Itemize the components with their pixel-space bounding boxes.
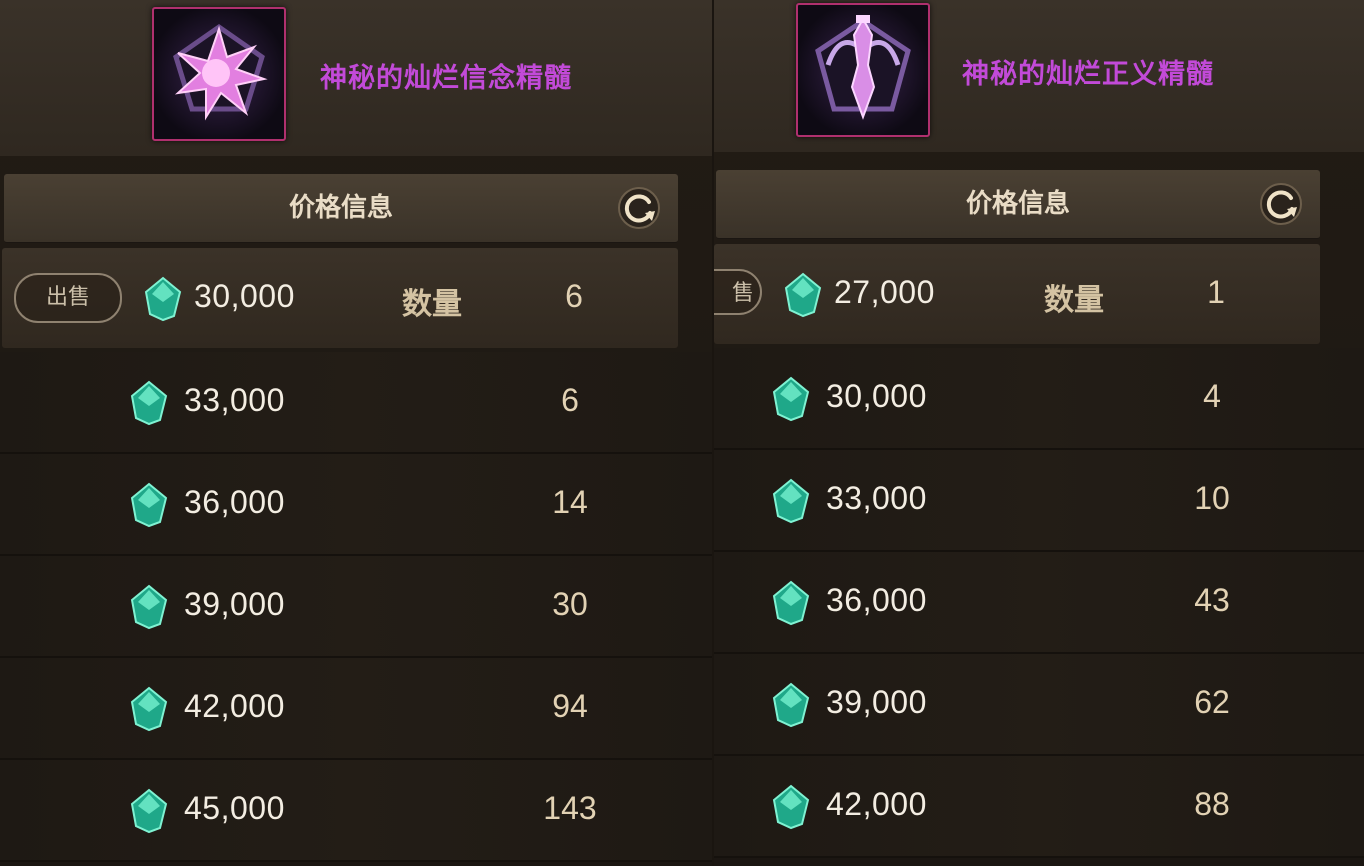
market-panel-right: 神秘的灿烂正义精髓 价格信息 售 27,000 数量 1 30,000 4 33… — [714, 0, 1364, 866]
listing-row[interactable]: 36,000 14 — [0, 454, 712, 556]
gem-icon — [772, 478, 810, 524]
listing-row[interactable]: 33,000 10 — [714, 450, 1364, 552]
quantity-value: 4 — [1203, 378, 1221, 414]
listing-row[interactable]: 39,000 30 — [0, 556, 712, 658]
quantity-label: 数量 — [1044, 283, 1104, 318]
gem-icon — [772, 682, 810, 728]
sell-button[interactable]: 出售 — [14, 273, 122, 323]
quantity-value: 30 — [552, 586, 588, 622]
market-panel-left: 神秘的灿烂信念精髓 价格信息 出售 30,000 数量 6 33,000 6 3… — [0, 0, 712, 866]
price-info-title: 价格信息 — [965, 189, 1070, 219]
price-value: 39,000 — [826, 684, 927, 720]
price-value: 27,000 — [834, 274, 935, 310]
listing-row[interactable]: 36,000 43 — [714, 552, 1364, 654]
quantity-value: 88 — [1194, 786, 1230, 822]
gem-icon — [130, 686, 168, 732]
sword-essence-icon — [796, 3, 930, 137]
price-value: 45,000 — [184, 790, 285, 826]
gem-icon — [772, 376, 810, 422]
listing-row[interactable]: 42,000 94 — [0, 658, 712, 760]
quantity-value: 1 — [1207, 274, 1225, 310]
quantity-value: 14 — [552, 484, 588, 520]
price-value: 42,000 — [826, 786, 927, 822]
gem-icon — [130, 584, 168, 630]
quantity-value: 43 — [1194, 582, 1230, 618]
gem-icon — [784, 272, 822, 318]
listing-row[interactable]: 45,000 143 — [0, 760, 712, 862]
price-value: 33,000 — [826, 480, 927, 516]
quantity-value: 10 — [1194, 480, 1230, 516]
refresh-icon[interactable] — [1258, 181, 1304, 227]
price-value: 33,000 — [184, 382, 285, 418]
price-info-title: 价格信息 — [288, 193, 393, 223]
gem-icon — [130, 788, 168, 834]
gem-icon — [772, 784, 810, 830]
listing-row[interactable]: 30,000 4 — [714, 348, 1364, 450]
listing-row[interactable]: 33,000 6 — [0, 352, 712, 454]
quantity-value: 6 — [565, 278, 583, 314]
listing-row[interactable]: 39,000 62 — [714, 654, 1364, 756]
price-value: 39,000 — [184, 586, 285, 622]
price-info-bar: 价格信息 — [4, 174, 678, 243]
gem-icon — [130, 380, 168, 426]
sell-button[interactable]: 售 — [714, 269, 762, 315]
item-name: 神秘的灿烂信念精髓 — [320, 63, 572, 94]
item-header: 神秘的灿烂信念精髓 — [0, 0, 712, 156]
quantity-value: 62 — [1194, 684, 1230, 720]
star-essence-icon — [152, 7, 286, 141]
item-header: 神秘的灿烂正义精髓 — [714, 0, 1364, 152]
price-info-bar: 价格信息 — [716, 170, 1320, 239]
price-value: 36,000 — [184, 484, 285, 520]
price-value: 42,000 — [184, 688, 285, 724]
listing-row[interactable]: 42,000 88 — [714, 756, 1364, 858]
item-name: 神秘的灿烂正义精髓 — [962, 59, 1214, 90]
gem-icon — [144, 276, 182, 322]
quantity-label: 数量 — [402, 287, 462, 322]
quantity-value: 143 — [543, 790, 597, 826]
gem-icon — [772, 580, 810, 626]
gem-icon — [130, 482, 168, 528]
price-value: 30,000 — [194, 278, 295, 314]
quantity-value: 6 — [561, 382, 579, 418]
listing-row[interactable]: 出售 30,000 数量 6 — [2, 248, 678, 348]
quantity-value: 94 — [552, 688, 588, 724]
price-value: 36,000 — [826, 582, 927, 618]
price-value: 30,000 — [826, 378, 927, 414]
listing-row[interactable]: 售 27,000 数量 1 — [714, 244, 1320, 344]
refresh-icon[interactable] — [616, 185, 662, 231]
